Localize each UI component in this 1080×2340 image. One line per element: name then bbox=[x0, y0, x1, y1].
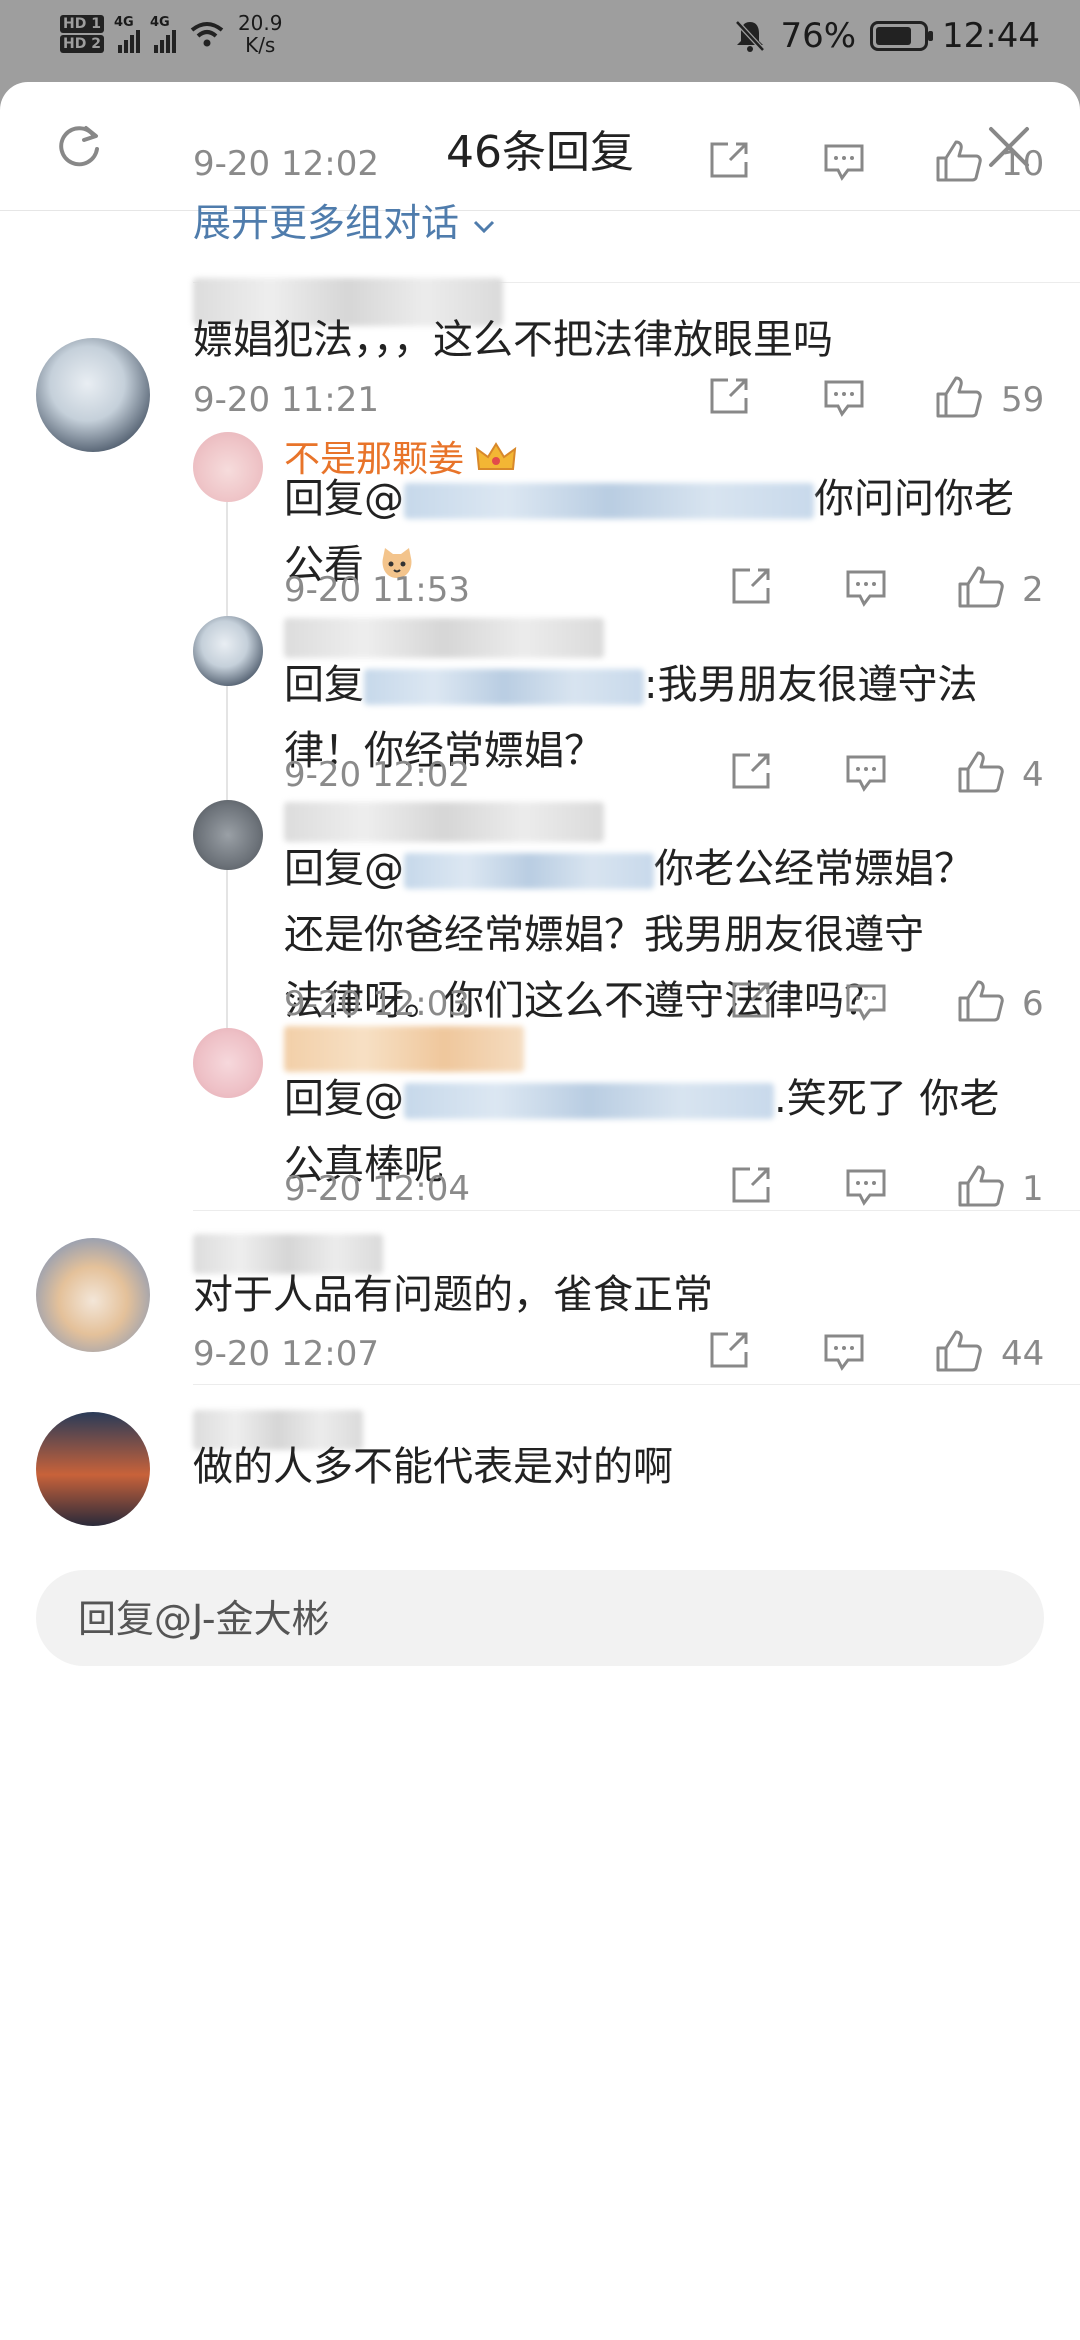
wifi-icon bbox=[190, 22, 224, 47]
clock: 12:44 bbox=[942, 16, 1040, 56]
expand-conversations-link[interactable]: 展开更多组对话 bbox=[193, 192, 497, 247]
like-count: 2 bbox=[1022, 570, 1044, 610]
like-button[interactable] bbox=[934, 374, 984, 424]
thumbs-up-icon bbox=[936, 140, 982, 182]
share-icon bbox=[732, 982, 770, 1018]
share-icon bbox=[710, 142, 748, 178]
thumbs-up-icon bbox=[958, 1165, 1004, 1207]
like-button[interactable] bbox=[956, 978, 1006, 1028]
comment-button[interactable] bbox=[822, 1332, 866, 1376]
mention-blurred[interactable] bbox=[404, 1083, 774, 1119]
comment-button[interactable] bbox=[844, 1167, 888, 1211]
comment-button[interactable] bbox=[822, 378, 866, 422]
avatar[interactable] bbox=[193, 616, 263, 686]
mention-blurred[interactable] bbox=[404, 483, 814, 519]
signal-icon: 4G bbox=[114, 15, 140, 53]
battery-level bbox=[876, 27, 911, 45]
status-right: 76% 12:44 bbox=[734, 16, 1040, 56]
share-icon bbox=[732, 568, 770, 604]
like-count: 4 bbox=[1022, 755, 1044, 795]
reply-time: 9-20 12:03 bbox=[284, 984, 470, 1024]
like-button[interactable] bbox=[956, 1163, 1006, 1213]
avatar[interactable] bbox=[193, 432, 263, 502]
like-button[interactable] bbox=[934, 1328, 984, 1378]
reply-time: 9-20 11:53 bbox=[284, 570, 470, 610]
avatar[interactable] bbox=[193, 800, 263, 870]
status-bar: HD 1 HD 2 4G 4G 20.9 K/s 76% 12:44 bbox=[0, 0, 1080, 80]
comment-icon bbox=[846, 1169, 886, 1206]
reply-time: 9-20 12:04 bbox=[284, 1169, 470, 1209]
share-button[interactable] bbox=[708, 140, 752, 184]
comment-button[interactable] bbox=[844, 568, 888, 612]
sim1-label: HD 1 bbox=[60, 15, 104, 33]
sim2-label: HD 2 bbox=[60, 35, 104, 53]
comment-button[interactable] bbox=[822, 142, 866, 186]
like-count: 44 bbox=[1001, 1334, 1045, 1374]
thread-line bbox=[226, 502, 228, 1092]
thumbs-up-icon bbox=[936, 376, 982, 418]
replies-sheet: 46条回复 9-20 12:02 10 展开更多组对话 嫖娼犯法，，，这么不把法… bbox=[0, 82, 1080, 2340]
reply-input[interactable] bbox=[76, 1570, 980, 1668]
share-icon bbox=[732, 1167, 770, 1203]
comment-icon bbox=[824, 380, 864, 417]
share-button[interactable] bbox=[708, 1330, 752, 1374]
like-count: 59 bbox=[1001, 380, 1045, 420]
like-button[interactable] bbox=[956, 749, 1006, 799]
like-count: 1 bbox=[1022, 1169, 1044, 1209]
divider bbox=[193, 1384, 1080, 1385]
comment-text: 嫖娼犯法，，，这么不把法律放眼里吗 bbox=[193, 317, 833, 363]
comment-button[interactable] bbox=[844, 753, 888, 797]
share-button[interactable] bbox=[730, 1165, 774, 1209]
avatar[interactable] bbox=[36, 1238, 150, 1352]
comment-icon bbox=[824, 1334, 864, 1371]
status-left: HD 1 HD 2 4G 4G 20.9 K/s bbox=[60, 12, 282, 56]
page-title: 46条回复 bbox=[446, 127, 634, 178]
share-button[interactable] bbox=[730, 566, 774, 610]
comment-time: 9-20 12:02 bbox=[193, 144, 379, 184]
thumbs-up-icon bbox=[958, 751, 1004, 793]
comment-icon bbox=[846, 755, 886, 792]
network-speed: 20.9 K/s bbox=[237, 11, 283, 57]
avatar[interactable] bbox=[193, 1028, 263, 1098]
comment-text: 对于人品有问题的，雀食正常 bbox=[193, 1272, 713, 1318]
avatar[interactable] bbox=[36, 1412, 150, 1526]
mute-bell-icon bbox=[735, 20, 766, 52]
thumbs-up-icon bbox=[958, 566, 1004, 608]
sim-indicators: HD 1 HD 2 bbox=[60, 15, 104, 53]
share-icon bbox=[710, 1332, 748, 1368]
thumbs-up-icon bbox=[958, 980, 1004, 1022]
reply-bar[interactable] bbox=[36, 1570, 1044, 1668]
expand-label: 展开更多组对话 bbox=[193, 201, 460, 245]
mention-blurred[interactable] bbox=[364, 669, 644, 705]
comment-icon bbox=[846, 570, 886, 607]
comment-time: 9-20 12:07 bbox=[193, 1334, 379, 1374]
share-button[interactable] bbox=[730, 751, 774, 795]
like-count: 6 bbox=[1022, 984, 1044, 1024]
comment-icon bbox=[824, 144, 864, 181]
thumbs-up-icon bbox=[936, 1330, 982, 1372]
share-icon bbox=[710, 378, 748, 414]
reply-time: 9-20 12:02 bbox=[284, 755, 470, 795]
comment-time: 9-20 11:21 bbox=[193, 380, 379, 420]
like-count: 10 bbox=[1001, 144, 1045, 184]
battery-icon bbox=[870, 21, 934, 51]
avatar[interactable] bbox=[36, 338, 150, 452]
divider bbox=[193, 1210, 1080, 1211]
battery-percent: 76% bbox=[780, 16, 857, 56]
sheet-header: 46条回复 bbox=[0, 82, 1080, 211]
mention-blurred[interactable] bbox=[404, 853, 654, 889]
share-button[interactable] bbox=[730, 980, 774, 1024]
comment-icon bbox=[846, 984, 886, 1021]
like-button[interactable] bbox=[956, 564, 1006, 614]
share-icon bbox=[732, 753, 770, 789]
like-button[interactable] bbox=[934, 138, 984, 188]
signal-icon: 4G bbox=[150, 15, 176, 53]
share-button[interactable] bbox=[708, 376, 752, 420]
comment-text: 做的人多不能代表是对的啊 bbox=[193, 1444, 673, 1490]
chevron-down-icon bbox=[474, 220, 495, 234]
comment-button[interactable] bbox=[844, 982, 888, 1026]
